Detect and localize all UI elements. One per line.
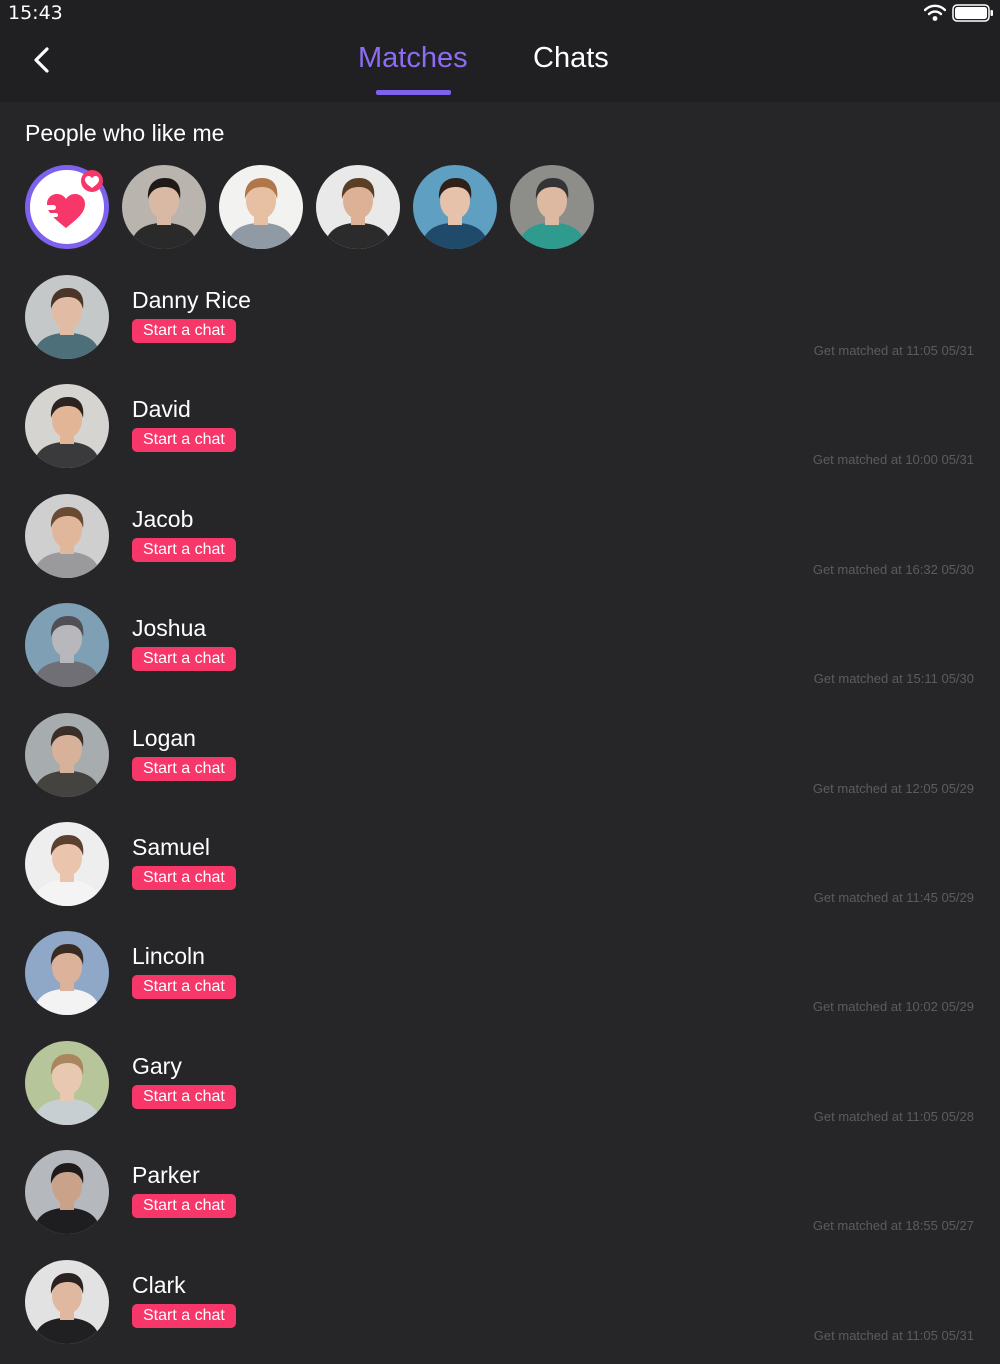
- match-avatar[interactable]: [25, 275, 109, 359]
- status-indicators: [923, 4, 994, 27]
- liker-avatar[interactable]: [316, 165, 400, 249]
- liker-avatar[interactable]: [510, 165, 594, 249]
- battery-icon: [952, 4, 994, 27]
- match-row[interactable]: Logan Start a chat Get matched at 12:05 05…: [0, 708, 1000, 817]
- match-avatar[interactable]: [25, 712, 109, 797]
- match-row[interactable]: Danny Rice Start a chat Get matched at 11:…: [0, 270, 1000, 379]
- start-chat-button[interactable]: Start a chat: [132, 1084, 236, 1109]
- match-timestamp: Get matched at 18:55 05/27: [812, 1218, 974, 1234]
- start-chat-button[interactable]: Start a chat: [132, 647, 236, 672]
- match-name: Gary: [132, 1052, 182, 1079]
- active-tab-indicator: [376, 90, 451, 95]
- status-time: 15:43: [8, 2, 63, 24]
- tab-chats[interactable]: Chats: [533, 42, 609, 75]
- match-timestamp: Get matched at 16:32 05/30: [812, 561, 974, 577]
- match-row[interactable]: Lincoln Start a chat Get matched at 10:02 …: [0, 926, 1000, 1035]
- match-avatar[interactable]: [25, 603, 109, 688]
- match-row[interactable]: Parker Start a chat Get matched at 18:55 0…: [0, 1145, 1000, 1254]
- match-timestamp: Get matched at 10:00 05/31: [812, 452, 974, 468]
- match-timestamp: Get matched at 11:45 05/29: [813, 889, 974, 905]
- likes-row: [25, 165, 594, 249]
- match-avatar[interactable]: [25, 493, 109, 578]
- navigation-bar: Matches Chats: [0, 26, 1000, 102]
- wifi-icon: [923, 4, 947, 27]
- match-name: Logan: [132, 724, 196, 751]
- match-row[interactable]: Jacob Start a chat Get matched at 16:32 05…: [0, 489, 1000, 598]
- match-avatar[interactable]: [25, 931, 109, 1016]
- match-name: Samuel: [132, 833, 210, 860]
- match-row[interactable]: Samuel Start a chat Get matched at 11:45 0…: [0, 817, 1000, 926]
- start-chat-button[interactable]: Start a chat: [132, 319, 236, 343]
- match-name: Danny Rice: [132, 287, 251, 313]
- status-bar: 15:43: [0, 0, 1000, 26]
- section-title: People who like me: [25, 120, 225, 146]
- likes-badge-button[interactable]: [25, 165, 109, 249]
- match-timestamp: Get matched at 10:02 05/29: [812, 999, 974, 1015]
- match-name: Parker: [132, 1162, 200, 1189]
- start-chat-button[interactable]: Start a chat: [132, 537, 236, 562]
- start-chat-button[interactable]: Start a chat: [132, 1194, 236, 1219]
- tab-matches[interactable]: Matches: [358, 42, 468, 75]
- match-row[interactable]: David Start a chat Get matched at 10:00 05…: [0, 379, 1000, 488]
- match-list: Danny Rice Start a chat Get matched at 11:…: [0, 270, 1000, 1364]
- start-chat-button[interactable]: Start a chat: [132, 1303, 236, 1328]
- match-name: Lincoln: [132, 943, 205, 970]
- chevron-left-icon: [22, 47, 62, 84]
- match-name: Joshua: [132, 615, 207, 642]
- match-row[interactable]: Joshua Start a chat Get matched at 15:11 0…: [0, 598, 1000, 707]
- match-timestamp: Get matched at 11:05 05/31: [813, 343, 974, 358]
- liker-avatar[interactable]: [413, 165, 497, 249]
- back-button[interactable]: [22, 40, 62, 80]
- match-timestamp: Get matched at 11:05 05/28: [813, 1108, 974, 1124]
- match-avatar[interactable]: [25, 1150, 109, 1235]
- match-avatar[interactable]: [25, 1040, 109, 1125]
- start-chat-button[interactable]: Start a chat: [132, 428, 236, 453]
- start-chat-button[interactable]: Start a chat: [132, 975, 236, 1000]
- start-chat-button[interactable]: Start a chat: [132, 865, 236, 890]
- start-chat-button[interactable]: Start a chat: [132, 756, 236, 781]
- match-timestamp: Get matched at 15:11 05/30: [813, 671, 974, 687]
- match-row[interactable]: Gary Start a chat Get matched at 11:05 05/…: [0, 1036, 1000, 1145]
- match-timestamp: Get matched at 12:05 05/29: [812, 780, 974, 796]
- match-avatar[interactable]: [25, 384, 109, 469]
- match-name: Jacob: [132, 505, 194, 532]
- liker-avatar[interactable]: [219, 165, 303, 249]
- match-avatar[interactable]: [25, 821, 109, 906]
- match-row[interactable]: Clark Start a chat Get matched at 11:05 05…: [0, 1255, 1000, 1364]
- match-avatar[interactable]: [25, 1259, 109, 1344]
- liker-avatar[interactable]: [122, 165, 206, 249]
- match-name: David: [132, 396, 191, 423]
- match-timestamp: Get matched at 11:05 05/31: [813, 1327, 974, 1343]
- match-name: Clark: [132, 1271, 186, 1298]
